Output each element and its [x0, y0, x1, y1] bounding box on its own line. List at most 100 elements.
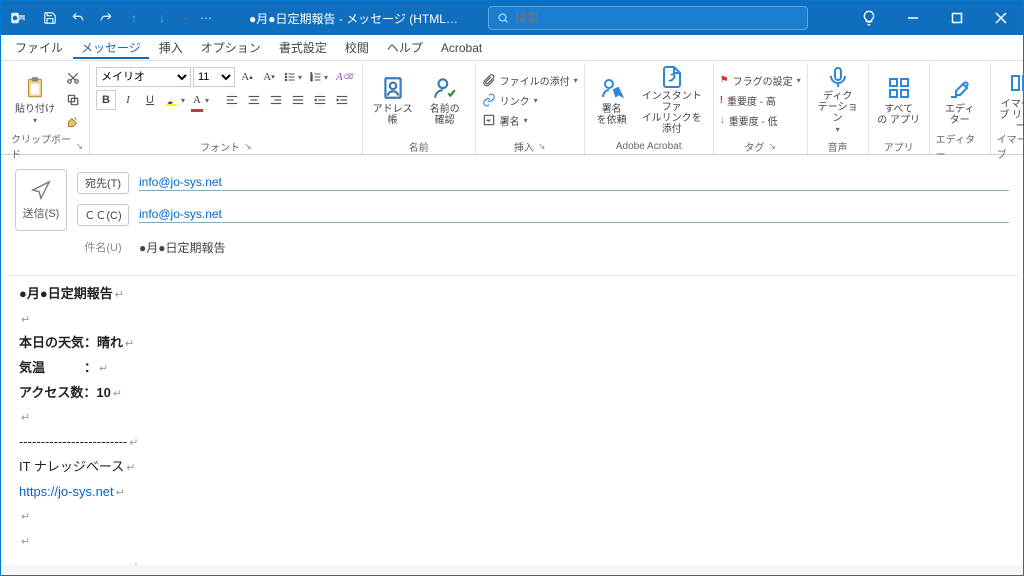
help-icon[interactable]	[847, 1, 891, 35]
importance-high-icon: !	[720, 95, 723, 106]
shrink-font-icon[interactable]: A▾	[259, 67, 279, 87]
cc-field[interactable]: info@jo-sys.net	[139, 207, 1009, 223]
undo-icon[interactable]	[65, 5, 91, 31]
clipboard-group-label: クリップボード	[11, 131, 71, 161]
editor-button[interactable]: エディ ター	[936, 67, 984, 133]
address-book-label: アドレス帳	[369, 104, 417, 126]
subject-field[interactable]: ●月●日定期報告	[139, 239, 1009, 256]
body-kb-label: IT ナレッジベース	[19, 455, 1005, 480]
cc-button[interactable]: ＣＣ(C)	[77, 204, 129, 226]
link-button[interactable]: リンク▾	[482, 91, 578, 109]
menubar: ファイル メッセージ 挿入 オプション 書式設定 校閲 ヘルプ Acrobat	[1, 35, 1023, 61]
menu-acrobat[interactable]: Acrobat	[433, 38, 490, 58]
save-icon[interactable]	[37, 5, 63, 31]
qat-more-icon[interactable]	[177, 5, 191, 31]
body-weather: 本日の天気：晴れ	[19, 335, 123, 350]
flag-button[interactable]: ⚑フラグの設定▾	[720, 71, 801, 89]
prev-icon[interactable]: ↑	[121, 5, 147, 31]
send-icon	[30, 179, 52, 201]
redo-icon[interactable]	[93, 5, 119, 31]
highlight-icon[interactable]	[162, 90, 188, 110]
request-signature-button[interactable]: 署名 を依頼	[591, 67, 633, 133]
font-color-icon[interactable]: A	[190, 90, 212, 110]
close-button[interactable]	[979, 1, 1023, 35]
acrobat-group-label: Adobe Acrobat	[616, 138, 682, 154]
cut-icon[interactable]	[63, 68, 83, 88]
copy-icon[interactable]	[63, 90, 83, 110]
search-input[interactable]	[515, 11, 799, 25]
underline-button[interactable]: U	[140, 90, 160, 110]
clear-formatting-icon[interactable]: A⌫	[333, 67, 356, 87]
align-right-icon[interactable]	[266, 90, 286, 110]
to-field[interactable]: info@jo-sys.net	[139, 175, 1009, 191]
importance-low-button[interactable]: ↓重要度 - 低	[720, 111, 801, 129]
editor-pen-icon	[946, 74, 974, 102]
importance-high-button[interactable]: !重要度 - 高	[720, 91, 801, 109]
indent-left-icon[interactable]	[310, 90, 330, 110]
search-box[interactable]	[488, 6, 808, 30]
minimize-button[interactable]	[891, 1, 935, 35]
dialog-launcher-icon[interactable]: ↘	[538, 141, 546, 152]
ribbon-group-editor: エディ ター エディター	[930, 63, 991, 154]
body-kb-link[interactable]: https://jo-sys.net	[19, 484, 114, 499]
paste-button[interactable]: 貼り付け ▾	[11, 67, 59, 133]
check-names-icon	[431, 74, 459, 102]
menu-options[interactable]: オプション	[193, 36, 269, 59]
ribbon-group-names: アドレス帳 名前の 確認 名前	[363, 63, 476, 154]
dialog-launcher-icon[interactable]: ↘	[75, 141, 83, 152]
tag-group-label: タグ	[744, 139, 764, 154]
ribbon-group-insert: ファイルの添付▾ リンク▾ 署名▾ 挿入 ↘	[476, 63, 585, 154]
italic-button[interactable]: I	[118, 90, 138, 110]
ribbon-group-voice: ディク テーション ▾ 音声	[808, 63, 869, 154]
ribbon-group-font: メイリオ 11 A▴ A▾ 123 A⌫ B I U A	[90, 63, 363, 154]
numbering-icon[interactable]: 123	[307, 67, 331, 87]
ribbon-group-acrobat: 署名 を依頼 インスタントファ イルリンクを添付 Adobe Acrobat	[585, 63, 714, 154]
indent-right-icon[interactable]	[332, 90, 352, 110]
menu-format[interactable]: 書式設定	[271, 36, 335, 59]
microphone-icon	[824, 65, 852, 89]
quick-access-toolbar: ↑ ↓ ⋯	[37, 5, 219, 31]
check-names-label: 名前の 確認	[430, 104, 460, 126]
menu-review[interactable]: 校閲	[337, 36, 377, 59]
mail-body[interactable]: ●月●日定期報告 本日の天気：晴れ 気温 ： アクセス数：10 --------…	[5, 275, 1019, 565]
qat-overflow-icon[interactable]: ⋯	[193, 5, 219, 31]
attach-file-button[interactable]: ファイルの添付▾	[482, 71, 578, 89]
grow-font-icon[interactable]: A▴	[237, 67, 257, 87]
immersive-group-label: イマーシブ	[997, 138, 1024, 154]
check-names-button[interactable]: 名前の 確認	[421, 67, 469, 133]
to-button[interactable]: 宛先(T)	[77, 172, 129, 194]
flag-icon: ⚑	[720, 75, 729, 86]
dictation-button[interactable]: ディク テーション ▾	[814, 67, 862, 133]
address-book-button[interactable]: アドレス帳	[369, 67, 417, 133]
menu-message[interactable]: メッセージ	[73, 36, 149, 59]
bullets-icon[interactable]	[281, 67, 305, 87]
dialog-launcher-icon[interactable]: ↘	[768, 141, 776, 152]
all-apps-label: すべて の アプリ	[877, 104, 920, 126]
ribbon-group-clipboard: 貼り付け ▾ クリップボード ↘	[5, 63, 90, 154]
all-apps-button[interactable]: すべて の アプリ	[875, 67, 923, 133]
font-family-select[interactable]: メイリオ	[96, 67, 191, 87]
next-icon[interactable]: ↓	[149, 5, 175, 31]
menu-file[interactable]: ファイル	[7, 36, 71, 59]
body-access: アクセス数：10	[19, 385, 111, 400]
search-icon	[497, 12, 509, 24]
send-button[interactable]: 送信(S)	[15, 169, 67, 231]
signature-button[interactable]: 署名▾	[482, 111, 578, 129]
menu-insert[interactable]: 挿入	[151, 36, 191, 59]
font-size-select[interactable]: 11	[193, 67, 235, 87]
body-divider: -------------------------	[19, 430, 1005, 455]
voice-group-label: 音声	[828, 138, 848, 154]
bold-button[interactable]: B	[96, 90, 116, 110]
request-signature-label: 署名 を依頼	[597, 104, 627, 126]
immersive-reader-button[interactable]: イマーシ ブ リーダー	[997, 67, 1024, 133]
book-audio-icon	[1007, 69, 1024, 97]
menu-help[interactable]: ヘルプ	[379, 36, 431, 59]
dialog-launcher-icon[interactable]: ↘	[244, 141, 252, 152]
format-painter-icon[interactable]	[63, 112, 83, 132]
align-center-icon[interactable]	[244, 90, 264, 110]
align-left-icon[interactable]	[222, 90, 242, 110]
maximize-button[interactable]	[935, 1, 979, 35]
svg-text:3: 3	[311, 78, 313, 82]
instant-link-button[interactable]: インスタントファ イルリンクを添付	[637, 67, 707, 133]
justify-icon[interactable]	[288, 90, 308, 110]
